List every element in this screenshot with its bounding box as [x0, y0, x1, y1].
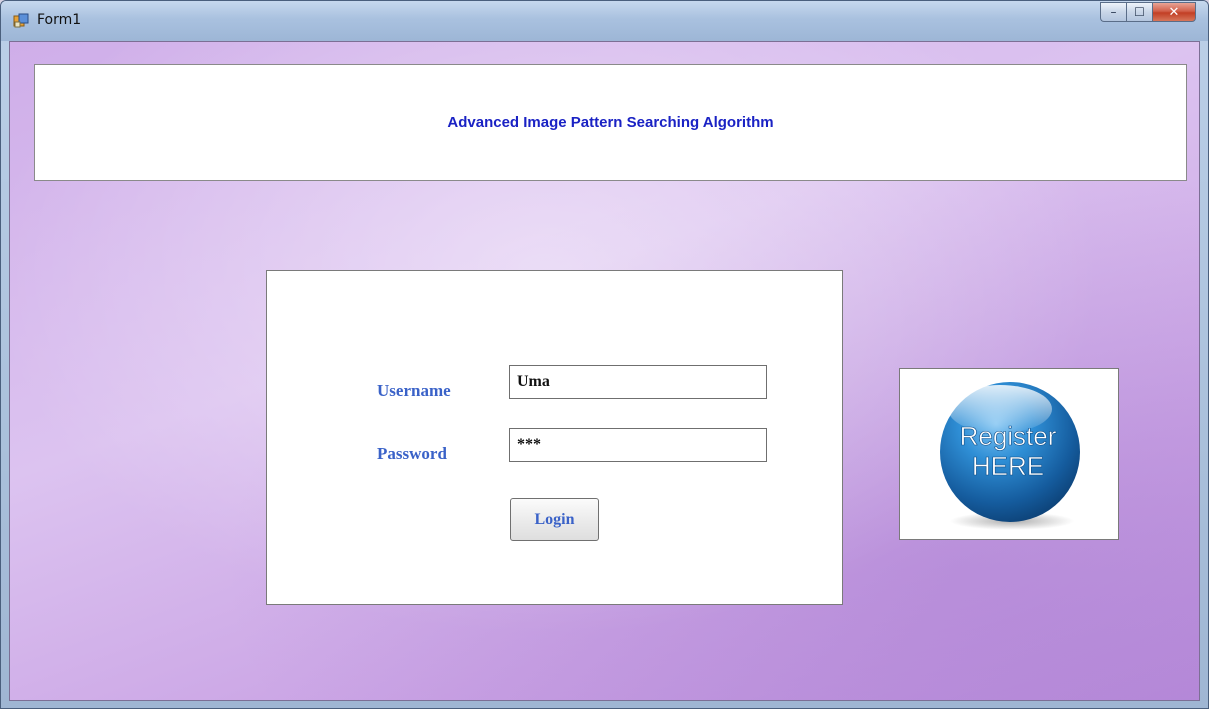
login-panel: Username Password Login: [266, 270, 843, 605]
login-button[interactable]: Login: [510, 498, 599, 541]
page-title: Advanced Image Pattern Searching Algorit…: [447, 114, 774, 131]
minimize-icon: –: [1110, 5, 1117, 19]
form-app-icon: [13, 13, 29, 28]
password-label: Password: [377, 444, 447, 463]
header-panel: Advanced Image Pattern Searching Algorit…: [34, 64, 1187, 181]
username-label: Username: [377, 381, 451, 400]
username-input[interactable]: [509, 365, 767, 399]
maximize-button[interactable]: ☐: [1126, 2, 1152, 22]
minimize-button[interactable]: –: [1100, 2, 1126, 22]
application-window: Form1 – ☐ ✕ Advanced Image Pattern Searc…: [0, 0, 1209, 709]
register-here-button-graphic: Register HERE: [940, 382, 1080, 530]
form-client-area: Advanced Image Pattern Searching Algorit…: [9, 41, 1200, 701]
maximize-icon: ☐: [1134, 5, 1145, 19]
window-title: Form1: [37, 12, 82, 28]
title-bar[interactable]: Form1 – ☐ ✕: [1, 1, 1208, 41]
register-button[interactable]: Register HERE: [899, 368, 1119, 540]
register-line2: HERE: [972, 451, 1044, 481]
close-button[interactable]: ✕: [1152, 2, 1196, 22]
register-line1: Register: [960, 421, 1057, 451]
password-input[interactable]: [509, 428, 767, 462]
caption-buttons: – ☐ ✕: [1100, 2, 1196, 24]
close-icon: ✕: [1168, 4, 1180, 20]
